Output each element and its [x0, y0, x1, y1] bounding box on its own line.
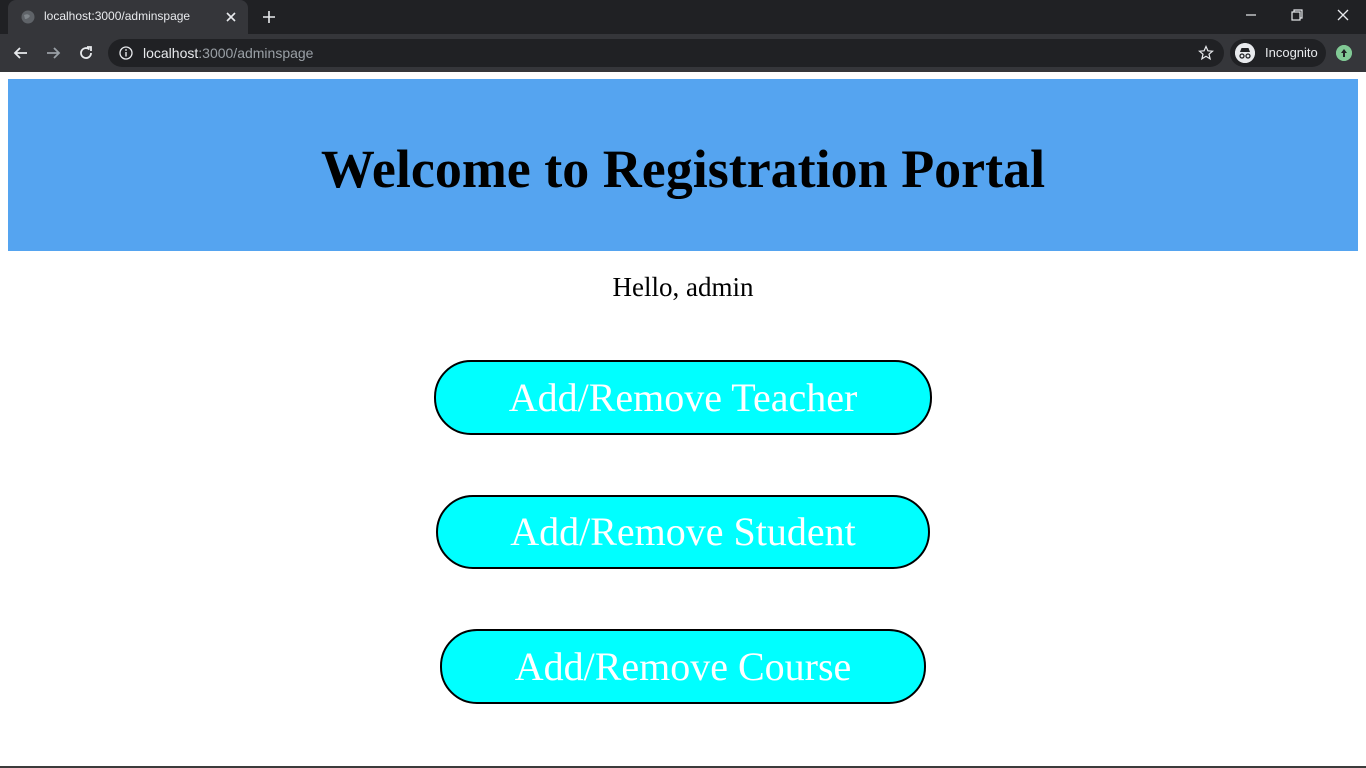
add-remove-teacher-button[interactable]: Add/Remove Teacher	[434, 360, 932, 435]
url-path: :3000/adminspage	[198, 45, 314, 61]
greeting-text: Hello, admin	[612, 272, 754, 302]
arrow-right-icon[interactable]	[43, 43, 63, 63]
tab-title: localhost:3000/adminspage	[44, 9, 191, 23]
minimize-icon[interactable]	[1243, 7, 1259, 23]
url-text[interactable]: localhost:3000/adminspage	[143, 45, 313, 61]
add-remove-course-button[interactable]: Add/Remove Course	[440, 629, 926, 704]
restore-icon[interactable]	[1289, 7, 1305, 23]
info-icon[interactable]	[119, 46, 133, 60]
page-content: Welcome to Registration Portal Hello, ad…	[0, 72, 1366, 768]
url-host: localhost	[143, 45, 199, 61]
reload-icon[interactable]	[76, 43, 96, 63]
tab-strip: localhost:3000/adminspage	[0, 0, 1366, 34]
browser-tab[interactable]: localhost:3000/adminspage	[8, 0, 248, 34]
header-banner: Welcome to Registration Portal	[8, 79, 1358, 251]
incognito-profile-button[interactable]: Incognito	[1230, 39, 1326, 67]
incognito-label: Incognito	[1265, 45, 1318, 60]
extension-icon[interactable]	[1336, 45, 1352, 61]
browser-toolbar: localhost:3000/adminspage Incognito	[0, 34, 1366, 72]
address-bar[interactable]: localhost:3000/adminspage	[108, 39, 1224, 67]
close-icon[interactable]	[224, 10, 238, 24]
browser-chrome: localhost:3000/adminspage localhost:3000…	[0, 0, 1366, 72]
window-close-icon[interactable]	[1335, 7, 1351, 23]
plus-icon[interactable]	[261, 9, 277, 25]
page-title: Welcome to Registration Portal	[320, 139, 1046, 199]
add-remove-student-button[interactable]: Add/Remove Student	[436, 495, 930, 569]
incognito-icon	[1235, 43, 1255, 63]
star-icon[interactable]	[1198, 45, 1214, 61]
arrow-left-icon[interactable]	[11, 43, 31, 63]
globe-icon	[21, 10, 35, 24]
